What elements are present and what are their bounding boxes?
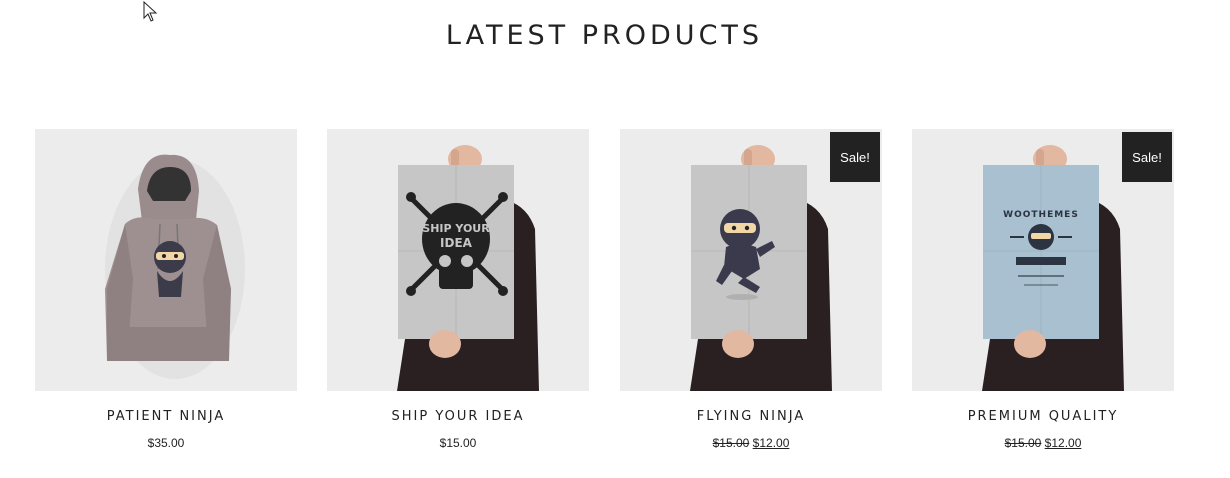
product-price: $35.00 — [35, 435, 297, 451]
product-name[interactable]: PATIENT NINJA — [35, 409, 297, 425]
product-image-link[interactable]: SHIP YOUR IDEA — [327, 129, 589, 391]
product-image-link[interactable] — [35, 129, 297, 391]
product-card-flying-ninja: Sale! FLYING NINJA $15.00 $12.00 — [620, 129, 882, 451]
price-current: $35.00 — [147, 436, 185, 450]
section-title: LATEST PRODUCTS — [445, 20, 764, 51]
svg-text:WOOTHEMES: WOOTHEMES — [1003, 210, 1079, 220]
sale-badge: Sale! — [1122, 132, 1172, 182]
hoodie-ninja-image — [35, 129, 297, 391]
product-name[interactable]: PREMIUM QUALITY — [912, 409, 1174, 425]
product-price: $15.00 $12.00 — [912, 435, 1174, 451]
poster-skull-image: SHIP YOUR IDEA — [327, 129, 589, 391]
product-price: $15.00 — [327, 435, 589, 451]
product-card-patient-ninja: PATIENT NINJA $35.00 — [35, 129, 297, 451]
price-original: $15.00 — [1004, 436, 1042, 450]
svg-text:IDEA: IDEA — [440, 236, 473, 250]
product-name[interactable]: FLYING NINJA — [620, 409, 882, 425]
sale-badge: Sale! — [830, 132, 880, 182]
product-name[interactable]: SHIP YOUR IDEA — [327, 409, 589, 425]
price-sale: $12.00 — [752, 436, 790, 450]
svg-text:SHIP YOUR: SHIP YOUR — [422, 222, 490, 235]
product-image-link[interactable]: WOOTHEMES Sale! — [912, 129, 1174, 391]
price-sale: $12.00 — [1044, 436, 1082, 450]
price-current: $15.00 — [439, 436, 477, 450]
product-card-ship-your-idea: SHIP YOUR IDEA SHIP YOUR IDEA $15.00 — [327, 129, 589, 451]
product-price: $15.00 $12.00 — [620, 435, 882, 451]
product-card-premium-quality: WOOTHEMES Sale! PREMIUM QUALITY $15.00 $… — [912, 129, 1174, 451]
product-image-link[interactable]: Sale! — [620, 129, 882, 391]
price-original: $15.00 — [712, 436, 750, 450]
